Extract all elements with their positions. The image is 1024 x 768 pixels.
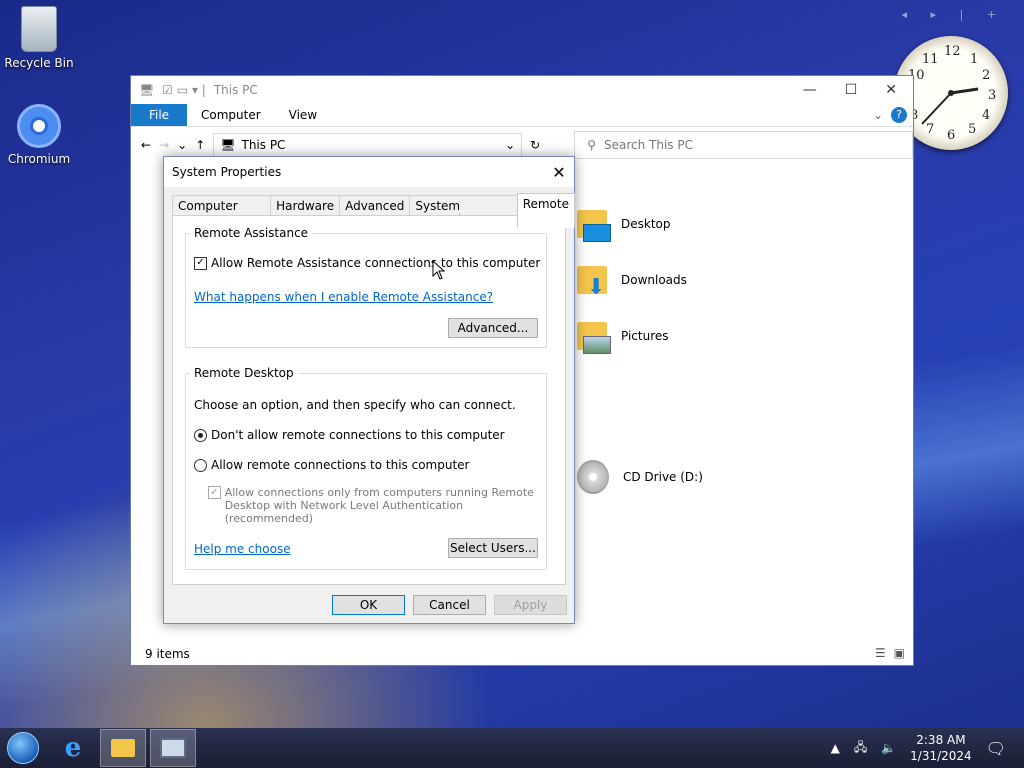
- remote-assistance-help-link[interactable]: What happens when I enable Remote Assist…: [194, 290, 493, 304]
- remote-tab-panel: Remote Assistance ✓ Allow Remote Assista…: [172, 215, 566, 585]
- desktop-icon-recycle-bin[interactable]: Recycle Bin: [1, 6, 77, 70]
- desktop-icon-chromium[interactable]: Chromium: [1, 104, 77, 166]
- radio-unselected[interactable]: [194, 458, 207, 472]
- chromium-icon: [17, 104, 61, 148]
- remote-desktop-instruction: Choose an option, and then specify who c…: [194, 398, 516, 412]
- radio-label: Don't allow remote connections to this c…: [211, 428, 505, 442]
- nla-label-line1: Allow connections only from computers ru…: [224, 486, 534, 499]
- tab-file[interactable]: File: [131, 104, 187, 126]
- computer-icon: 🖥: [139, 83, 155, 97]
- up-arrow-icon[interactable]: ↑: [195, 138, 205, 152]
- ribbon-tabs: File Computer View ⌄ ?: [131, 104, 913, 127]
- help-me-choose-link[interactable]: Help me choose: [194, 542, 291, 556]
- desktop-folder-icon: [577, 210, 611, 242]
- desktop-icon-label: Chromium: [7, 152, 71, 166]
- network-icon[interactable]: 🖧: [854, 738, 867, 759]
- volume-muted-icon[interactable]: 🔈: [881, 741, 896, 755]
- pictures-folder-icon: [577, 322, 611, 354]
- address-text: This PC: [241, 138, 286, 152]
- system-properties-dialog: System Properties ✕ Computer Name Hardwa…: [163, 156, 575, 624]
- windows-logo-icon: [7, 732, 39, 764]
- minimize-icon[interactable]: —: [803, 82, 817, 98]
- search-input[interactable]: ⚲ Search This PC: [574, 131, 913, 159]
- list-item[interactable]: Pictures: [577, 322, 669, 354]
- details-view-icon[interactable]: ☰: [875, 646, 886, 660]
- internet-explorer-icon: e: [64, 733, 82, 763]
- nla-label-line2: Desktop with Network Level Authenticatio…: [224, 499, 464, 525]
- taskbar-internet-explorer[interactable]: e: [50, 729, 96, 767]
- refresh-icon[interactable]: ↻: [530, 138, 540, 152]
- item-label: CD Drive (D:): [623, 470, 703, 484]
- forward-arrow-icon[interactable]: →: [159, 138, 169, 152]
- downloads-folder-icon: ⬇: [577, 266, 607, 299]
- window-title: This PC: [213, 83, 258, 97]
- dialog-title-bar[interactable]: System Properties ✕: [164, 157, 574, 187]
- tab-view[interactable]: View: [275, 104, 331, 126]
- advanced-button[interactable]: Advanced...: [448, 318, 538, 338]
- radio-selected[interactable]: [194, 428, 207, 442]
- clock-date: 1/31/2024: [910, 749, 972, 763]
- nla-checkbox: ✓ Allow connections only from computers …: [208, 486, 546, 525]
- chevron-down-icon[interactable]: ⌄: [505, 138, 515, 152]
- search-placeholder: Search This PC: [604, 138, 693, 152]
- show-hidden-icons-icon[interactable]: ▲: [831, 741, 840, 755]
- item-label: Downloads: [621, 273, 687, 287]
- cd-drive-icon: [577, 460, 609, 494]
- select-users-button[interactable]: Select Users...: [448, 538, 538, 558]
- recycle-bin-icon: [21, 6, 57, 52]
- view-toggle[interactable]: ☰ ▣: [875, 646, 905, 660]
- ok-button[interactable]: OK: [332, 595, 405, 615]
- mouse-cursor-icon: [432, 260, 446, 280]
- taskbar-file-explorer[interactable]: [100, 729, 146, 767]
- checkbox-checked[interactable]: ✓: [194, 256, 207, 270]
- computer-icon: [160, 738, 186, 758]
- large-icons-view-icon[interactable]: ▣: [894, 646, 905, 660]
- allow-remote-assistance-checkbox[interactable]: ✓ Allow Remote Assistance connections to…: [194, 256, 540, 270]
- chevron-down-icon[interactable]: ⌄: [873, 108, 883, 126]
- taskbar-system-properties[interactable]: [150, 729, 196, 767]
- tab-remote[interactable]: Remote: [516, 193, 575, 228]
- checkbox-disabled-checked: ✓: [208, 486, 221, 499]
- address-input[interactable]: 🖥 This PC ⌄: [213, 133, 523, 157]
- system-tray: ▲ 🖧 🔈 2:38 AM 1/31/2024 🗨: [831, 732, 1024, 764]
- radio-label: Allow remote connections to this compute…: [211, 458, 470, 472]
- dialog-title: System Properties: [172, 165, 282, 179]
- explorer-title-bar[interactable]: 🖥 ☑ ▭ ▾ | This PC — ☐ ✕: [131, 76, 913, 104]
- remote-assistance-group: Remote Assistance ✓ Allow Remote Assista…: [185, 226, 547, 348]
- cancel-button[interactable]: Cancel: [413, 595, 486, 615]
- group-legend: Remote Desktop: [194, 366, 294, 380]
- start-button[interactable]: [0, 729, 46, 767]
- folder-icon: [111, 739, 135, 757]
- list-item[interactable]: CD Drive (D:): [577, 460, 703, 494]
- close-icon[interactable]: ✕: [544, 163, 574, 182]
- gadget-controls[interactable]: ◂ ▸ | +: [902, 8, 1006, 21]
- help-icon[interactable]: ?: [891, 107, 907, 123]
- radio-dont-allow[interactable]: Don't allow remote connections to this c…: [194, 428, 505, 442]
- item-label: Desktop: [621, 217, 671, 231]
- item-label: Pictures: [621, 329, 669, 343]
- group-legend: Remote Assistance: [194, 226, 309, 240]
- taskbar: e ▲ 🖧 🔈 2:38 AM 1/31/2024 🗨: [0, 728, 1024, 768]
- recent-chevron-icon[interactable]: ⌄: [177, 138, 187, 152]
- search-icon: ⚲: [587, 138, 596, 152]
- desktop-icon-label: Recycle Bin: [4, 56, 74, 70]
- apply-button[interactable]: Apply: [494, 595, 567, 615]
- list-item[interactable]: Desktop: [577, 210, 671, 242]
- tab-computer[interactable]: Computer: [187, 104, 275, 126]
- computer-icon: 🖥: [220, 138, 236, 152]
- remote-desktop-group: Remote Desktop Choose an option, and the…: [185, 366, 547, 570]
- close-icon[interactable]: ✕: [885, 82, 897, 98]
- maximize-icon[interactable]: ☐: [845, 82, 858, 98]
- clock-time: 2:38 AM: [916, 733, 966, 747]
- checkbox-label: Allow Remote Assistance connections to t…: [211, 256, 541, 270]
- back-arrow-icon[interactable]: ←: [141, 138, 151, 152]
- radio-allow[interactable]: Allow remote connections to this compute…: [194, 458, 469, 472]
- clock[interactable]: 2:38 AM 1/31/2024: [910, 732, 972, 764]
- notification-icon[interactable]: 🗨: [986, 739, 1006, 758]
- status-item-count: 9 items: [145, 647, 190, 661]
- quick-access-toolbar[interactable]: ☑ ▭ ▾ |: [162, 83, 206, 97]
- list-item[interactable]: ⬇ Downloads: [577, 266, 687, 299]
